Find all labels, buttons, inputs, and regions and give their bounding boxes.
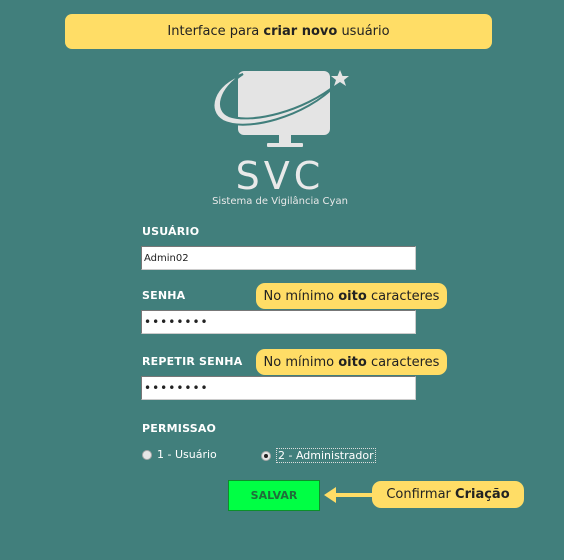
banner-prefix: Interface para xyxy=(167,24,260,39)
hint-suffix: caracteres xyxy=(370,354,440,370)
radio-button-selected-icon[interactable] xyxy=(261,450,271,461)
radio-option-administrador[interactable]: 2 - Administrador xyxy=(261,448,376,463)
banner-suffix: usuário xyxy=(341,24,390,39)
brand-name: SVC xyxy=(235,154,325,198)
usuario-label: USUÁRIO xyxy=(142,225,200,238)
senha-hint-callout: No mínimo oito caracteres xyxy=(256,283,447,309)
hint-suffix: caracteres xyxy=(370,288,440,304)
top-banner-callout: Interface para criar novo usuário xyxy=(65,14,492,49)
repetir-senha-input[interactable]: •••••••• xyxy=(141,376,416,400)
permissao-label: PERMISSAO xyxy=(142,422,217,435)
hint-bold: oito xyxy=(338,288,367,304)
hint-prefix: No mínimo xyxy=(263,354,335,370)
senha-label: SENHA xyxy=(142,289,186,302)
radio-option-usuario[interactable]: 1 - Usuário xyxy=(142,448,217,461)
senha-input[interactable]: •••••••• xyxy=(141,310,416,334)
confirm-callout: Confirmar Criação xyxy=(372,481,524,508)
repetir-senha-label: REPETIR SENHA xyxy=(142,355,243,368)
radio-button-icon[interactable] xyxy=(142,449,152,460)
repetir-hint-callout: No mínimo oito caracteres xyxy=(256,349,447,375)
usuario-input[interactable]: Admin02 xyxy=(141,246,416,270)
hint-bold: oito xyxy=(338,354,367,370)
hint-prefix: No mínimo xyxy=(263,288,335,304)
radio-label: 1 - Usuário xyxy=(157,448,217,461)
banner-bold: criar novo xyxy=(263,24,338,39)
confirm-prefix: Confirmar xyxy=(386,487,451,502)
confirm-bold: Criação xyxy=(455,487,510,502)
save-button[interactable]: SALVAR xyxy=(228,480,320,511)
arrow-left-icon xyxy=(324,487,374,503)
radio-label: 2 - Administrador xyxy=(276,448,376,463)
brand-subtitle: Sistema de Vigilância Cyan xyxy=(212,196,348,207)
